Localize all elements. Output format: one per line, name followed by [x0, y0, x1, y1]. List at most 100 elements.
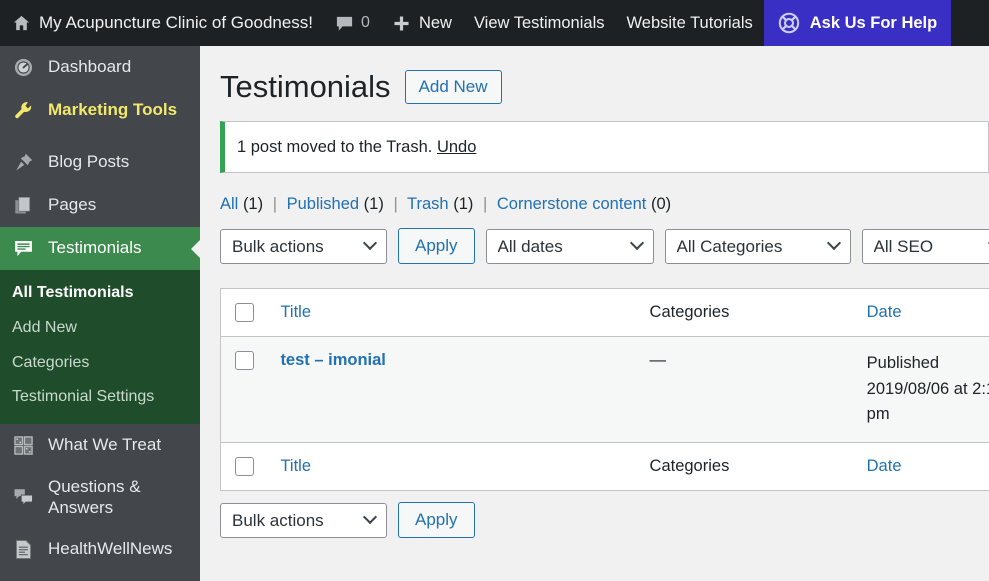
tablenav-bottom: Bulk actions Apply [200, 491, 989, 539]
column-footer-categories-label: Categories [649, 457, 730, 476]
adminbar-comments-count: 0 [361, 14, 370, 31]
posts-table-head: Title Categories Date [220, 288, 989, 338]
dates-filter-select[interactable]: All dates [485, 228, 654, 264]
column-header-date-label[interactable]: Date [867, 303, 902, 321]
view-separator: | [482, 195, 488, 214]
sidebar-item-questions-answers[interactable]: Questions & Answers [0, 467, 200, 528]
adminbar-new[interactable]: New [381, 0, 463, 46]
lifebuoy-icon [778, 12, 800, 34]
column-header-title-label[interactable]: Title [280, 303, 311, 321]
comment-bubble-icon [335, 14, 354, 33]
sidebar-item-testimonial-settings[interactable]: Testimonial Settings [0, 380, 200, 415]
sidebar-item-blog-posts-label: Blog Posts [48, 152, 130, 172]
view-separator: | [272, 195, 277, 214]
portfolio-grid-icon [10, 435, 36, 456]
document-icon [10, 539, 36, 560]
main-content: Testimonials Add New 1 post moved to the… [200, 46, 989, 581]
select-all-footer [220, 442, 271, 491]
sidebar-item-what-we-treat[interactable]: What We Treat [0, 424, 200, 467]
column-header-title[interactable]: Title [270, 288, 640, 338]
categories-select-wrap-top: All Categories [664, 228, 851, 264]
view-link-all[interactable]: All [220, 195, 238, 213]
bulk-actions-select-wrap-top: Bulk actions [220, 228, 387, 264]
sidebar-item-categories[interactable]: Categories [0, 346, 200, 381]
table-row: test – imonial — Published 2019/08/06 at… [220, 336, 989, 444]
view-count-trash: (1) [453, 195, 474, 214]
row-date-cell: Published 2019/08/06 at 2:14 pm [856, 336, 989, 444]
wrench-icon [10, 100, 36, 121]
bulk-actions-select-top[interactable]: Bulk actions [220, 228, 387, 264]
page-header: Testimonials Add New [200, 46, 989, 117]
dates-select-wrap-top: All dates [485, 228, 654, 264]
home-icon [12, 14, 31, 33]
column-footer-date-label[interactable]: Date [867, 457, 902, 475]
row-title-link[interactable]: test – imonial [280, 351, 385, 369]
table-header-row: Title Categories Date [220, 288, 989, 338]
table-footer-row: Title Categories Date [220, 442, 989, 491]
sidebar-item-testimonials[interactable]: Testimonials [0, 227, 200, 270]
adminbar-ask-us-for-help[interactable]: Ask Us For Help [763, 0, 952, 46]
view-count-published: (1) [363, 195, 384, 214]
row-checkbox[interactable] [235, 351, 254, 371]
pages-icon [10, 195, 36, 216]
sidebar-item-dashboard[interactable]: Dashboard [0, 46, 200, 89]
tablenav-top: Bulk actions Apply All dates All Categor… [200, 220, 989, 265]
admin-sidebar: Dashboard Marketing Tools Blog Posts Pag… [0, 46, 200, 581]
sidebar-item-blog-posts[interactable]: Blog Posts [0, 141, 200, 184]
adminbar-ask-us-for-help-label: Ask Us For Help [809, 13, 938, 32]
view-link-cornerstone-content[interactable]: Cornerstone content [497, 195, 647, 213]
column-footer-date[interactable]: Date [856, 442, 989, 491]
sidebar-item-add-new[interactable]: Add New [0, 311, 200, 346]
dashboard-gauge-icon [10, 57, 36, 78]
posts-table-body: test – imonial — Published 2019/08/06 at… [220, 336, 989, 444]
plus-icon [392, 14, 411, 33]
sidebar-item-marketing-tools[interactable]: Marketing Tools [0, 89, 200, 132]
column-footer-title[interactable]: Title [270, 442, 640, 491]
adminbar-view-testimonials[interactable]: View Testimonials [463, 0, 616, 46]
adminbar-comments[interactable]: 0 [324, 0, 381, 46]
sidebar-submenu-testimonials: All Testimonials Add New Categories Test… [0, 270, 200, 425]
admin-bar: My Acupuncture Clinic of Goodness! 0 New… [0, 0, 989, 46]
adminbar-website-tutorials[interactable]: Website Tutorials [616, 0, 764, 46]
posts-table-foot: Title Categories Date [220, 442, 989, 491]
undo-link[interactable]: Undo [437, 138, 476, 157]
sidebar-item-what-we-treat-label: What We Treat [48, 435, 162, 455]
column-footer-title-label[interactable]: Title [280, 457, 311, 475]
add-new-button[interactable]: Add New [404, 69, 502, 104]
adminbar-site-name[interactable]: My Acupuncture Clinic of Goodness! [0, 0, 324, 46]
view-link-trash[interactable]: Trash [407, 195, 449, 213]
sidebar-item-pages-label: Pages [48, 195, 97, 215]
view-count-cornerstone-content: (0) [650, 195, 672, 214]
sidebar-item-pages[interactable]: Pages [0, 184, 200, 227]
posts-table: Title Categories Date test – imonial — P… [220, 288, 989, 492]
adminbar-website-tutorials-label: Website Tutorials [626, 13, 753, 32]
bulk-actions-select-bottom[interactable]: Bulk actions [220, 502, 387, 538]
apply-button-bottom[interactable]: Apply [398, 502, 475, 539]
column-header-categories: Categories [639, 288, 857, 338]
row-select-cell [220, 336, 271, 444]
categories-filter-select[interactable]: All Categories [664, 228, 851, 264]
pushpin-icon [10, 152, 36, 173]
column-header-date[interactable]: Date [856, 288, 989, 338]
view-link-published[interactable]: Published [287, 195, 359, 213]
status-notice: 1 post moved to the Trash. Undo [220, 121, 989, 174]
column-footer-categories: Categories [639, 442, 857, 491]
sidebar-item-all-testimonials-label: All Testimonials [12, 284, 134, 301]
select-all-header [220, 288, 271, 338]
status-notice-text: 1 post moved to the Trash. [237, 137, 433, 156]
seo-filter-select[interactable]: All SEO [861, 228, 989, 264]
select-all-checkbox-footer[interactable] [235, 457, 254, 477]
seo-select-wrap-top: All SEO [861, 228, 989, 264]
row-categories-cell: — [639, 336, 857, 444]
bulk-actions-select-wrap-bottom: Bulk actions [220, 502, 387, 538]
sidebar-item-testimonial-settings-label: Testimonial Settings [12, 388, 155, 406]
sidebar-item-categories-label: Categories [12, 353, 90, 371]
view-separator: | [393, 195, 398, 214]
adminbar-new-label: New [418, 13, 452, 32]
sidebar-item-all-testimonials[interactable]: All Testimonials [0, 276, 200, 311]
sidebar-item-healthwellnews[interactable]: HealthWellNews [0, 528, 200, 571]
sidebar-item-questions-answers-label: Questions & Answers [48, 477, 141, 517]
select-all-checkbox[interactable] [235, 303, 254, 323]
apply-button-top[interactable]: Apply [398, 228, 475, 265]
sidebar-separator [0, 132, 200, 141]
